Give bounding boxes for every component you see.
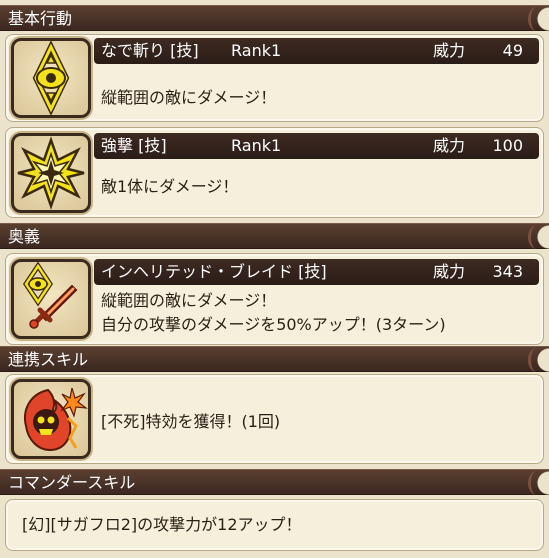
section-title: 連携スキル bbox=[8, 350, 89, 369]
section-header-ougi: 奥義 bbox=[0, 221, 549, 253]
ougi-name: インヘリテッド・ブレイド [技] bbox=[101, 262, 327, 281]
skill-icon-frame bbox=[11, 133, 91, 213]
skill-icon-frame bbox=[11, 379, 91, 459]
ougi-description-line2: 自分の攻撃のダメージを50%アップ！(3ターン) bbox=[101, 315, 446, 334]
skill-name: 強撃 [技] bbox=[101, 136, 167, 155]
power-value: 343 bbox=[492, 262, 523, 281]
commander-description: [幻][サガフロ2]の攻撃力が12アップ！ bbox=[22, 515, 302, 534]
section-title: コマンダースキル bbox=[8, 473, 136, 492]
commander-card[interactable]: [幻][サガフロ2]の攻撃力が12アップ！ bbox=[5, 499, 544, 551]
skill-name: なで斬り [技] bbox=[101, 41, 199, 60]
renkei-card[interactable]: [不死]特効を獲得！(1回) bbox=[5, 374, 544, 464]
skill-rank: Rank1 bbox=[231, 136, 282, 155]
skill-rank: Rank1 bbox=[231, 41, 282, 60]
power-label: 威力 bbox=[433, 41, 466, 60]
vertical-range-eye-icon bbox=[32, 40, 70, 116]
skill-icon-frame bbox=[11, 38, 91, 118]
header-end-ornament bbox=[528, 221, 549, 253]
ougi-description-line1: 縦範囲の敵にダメージ！ bbox=[101, 291, 277, 310]
section-title: 奥義 bbox=[8, 227, 41, 246]
single-target-burst-icon bbox=[17, 136, 85, 210]
section-header-basic-actions: 基本行動 bbox=[0, 3, 549, 35]
power-label: 威力 bbox=[433, 136, 466, 155]
section-header-renkei: 連携スキル bbox=[0, 344, 549, 376]
header-end-ornament bbox=[528, 3, 549, 35]
skill-description: 縦範囲の敵にダメージ！ bbox=[101, 88, 277, 107]
power-label: 威力 bbox=[433, 262, 466, 281]
ougi-card[interactable]: インヘリテッド・ブレイド [技] 威力 343 縦範囲の敵にダメージ！ 自分の攻… bbox=[5, 253, 544, 345]
eye-and-sword-icon bbox=[22, 261, 78, 329]
skill-card-nadegiri[interactable]: なで斬り [技] Rank1 威力 49 縦範囲の敵にダメージ！ bbox=[5, 34, 544, 122]
skill-description: 敵1体にダメージ！ bbox=[101, 177, 239, 196]
ougi-title-bar: インヘリテッド・ブレイド [技] 威力 343 bbox=[94, 259, 539, 285]
skill-icon-frame bbox=[11, 259, 91, 339]
skill-title-bar: なで斬り [技] Rank1 威力 49 bbox=[94, 38, 539, 64]
renkei-description: [不死]特効を獲得！(1回) bbox=[101, 412, 281, 431]
header-end-ornament bbox=[528, 344, 549, 376]
skill-title-bar: 強撃 [技] Rank1 威力 100 bbox=[94, 133, 539, 159]
power-value: 100 bbox=[492, 136, 523, 155]
section-title: 基本行動 bbox=[8, 9, 73, 28]
undead-flame-skull-icon bbox=[24, 387, 89, 452]
header-end-ornament bbox=[528, 467, 549, 499]
section-header-commander: コマンダースキル bbox=[0, 467, 549, 499]
power-value: 49 bbox=[502, 41, 523, 60]
skill-card-kyougeki[interactable]: 強撃 [技] Rank1 威力 100 敵1体にダメージ！ bbox=[5, 127, 544, 218]
